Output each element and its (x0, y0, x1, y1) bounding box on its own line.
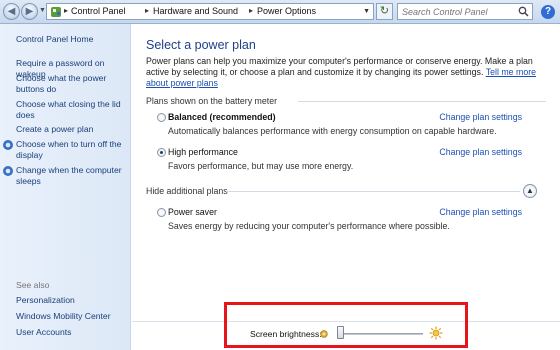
help-button[interactable]: ? (541, 5, 555, 19)
search-icon[interactable] (518, 6, 529, 17)
power-saver-change-settings-link[interactable]: Change plan settings (439, 207, 522, 217)
breadcrumb-separator-icon: ▸ (64, 6, 69, 15)
high-performance-plan-radio[interactable] (157, 148, 166, 157)
balanced-plan-radio[interactable] (157, 113, 166, 122)
high-performance-change-settings-link[interactable]: Change plan settings (439, 147, 522, 157)
help-icon: ? (544, 6, 552, 17)
brightness-highlight-box (224, 302, 468, 348)
history-dropdown-icon[interactable]: ▼ (39, 7, 46, 14)
refresh-icon: ↻ (379, 5, 390, 17)
see-also-user-accounts[interactable]: User Accounts (16, 327, 128, 338)
group-divider (298, 101, 546, 102)
control-panel-home-link[interactable]: Control Panel Home (16, 34, 128, 45)
address-dropdown-icon[interactable]: ▼ (363, 8, 370, 15)
high-performance-plan-name[interactable]: High performance (168, 147, 238, 157)
sidebar-item-closing-lid[interactable]: Choose what closing the lid does (16, 99, 128, 121)
power-saver-plan-description: Saves energy by reducing your computer's… (168, 221, 450, 231)
address-bar[interactable]: ▸ Control Panel ▸ Hardware and Sound ▸ P… (46, 3, 374, 20)
breadcrumb-separator-icon: ▸ (145, 6, 150, 15)
balanced-plan-description: Automatically balances performance with … (168, 126, 497, 136)
battery-meter-group-header: Plans shown on the battery meter (146, 96, 278, 106)
group-divider (226, 191, 520, 192)
see-also-personalization[interactable]: Personalization (16, 295, 128, 306)
refresh-button[interactable]: ↻ (376, 3, 393, 20)
collapse-chevron-up-icon[interactable]: ▲ (523, 184, 537, 198)
see-also-heading: See also (16, 280, 50, 290)
address-toolbar: ◀ ▶ ▼ ▸ Control Panel ▸ Hardware and Sou… (0, 0, 560, 24)
page-title: Select a power plan (146, 38, 256, 52)
balanced-change-settings-link[interactable]: Change plan settings (439, 112, 522, 122)
search-box[interactable] (397, 3, 533, 20)
see-also-mobility-center[interactable]: Windows Mobility Center (16, 311, 128, 322)
breadcrumb-power-options[interactable]: Power Options (257, 6, 316, 16)
sidebar-item-computer-sleeps[interactable]: Change when the computer sleeps (16, 165, 128, 187)
back-button[interactable]: ◀ (3, 3, 20, 20)
breadcrumb-hardware-and-sound[interactable]: Hardware and Sound (153, 6, 238, 16)
intro-body: Power plans can help you maximize your c… (146, 56, 533, 77)
breadcrumb-control-panel[interactable]: Control Panel (71, 6, 126, 16)
balanced-plan-name[interactable]: Balanced (recommended) (168, 112, 276, 122)
power-saver-plan-name[interactable]: Power saver (168, 207, 217, 217)
search-input[interactable] (402, 4, 520, 19)
sidebar-item-create-plan[interactable]: Create a power plan (16, 124, 128, 135)
forward-button[interactable]: ▶ (21, 3, 38, 20)
sleep-shield-icon (3, 166, 13, 176)
left-navigation-pane: Control Panel Home Require a password on… (0, 24, 131, 350)
intro-text: Power plans can help you maximize your c… (146, 56, 546, 89)
back-arrow-icon: ◀ (7, 6, 16, 17)
high-performance-plan-description: Favors performance, but may use more ene… (168, 161, 354, 171)
forward-arrow-icon: ▶ (25, 6, 34, 17)
display-shield-icon (3, 140, 13, 150)
breadcrumb-separator-icon: ▸ (249, 6, 254, 15)
sidebar-item-turn-off-display[interactable]: Choose when to turn off the display (16, 139, 128, 161)
power-saver-plan-radio[interactable] (157, 208, 166, 217)
control-panel-icon (51, 7, 61, 17)
hide-additional-plans-header[interactable]: Hide additional plans (146, 186, 228, 196)
sidebar-item-power-buttons[interactable]: Choose what the power buttons do (16, 73, 128, 95)
